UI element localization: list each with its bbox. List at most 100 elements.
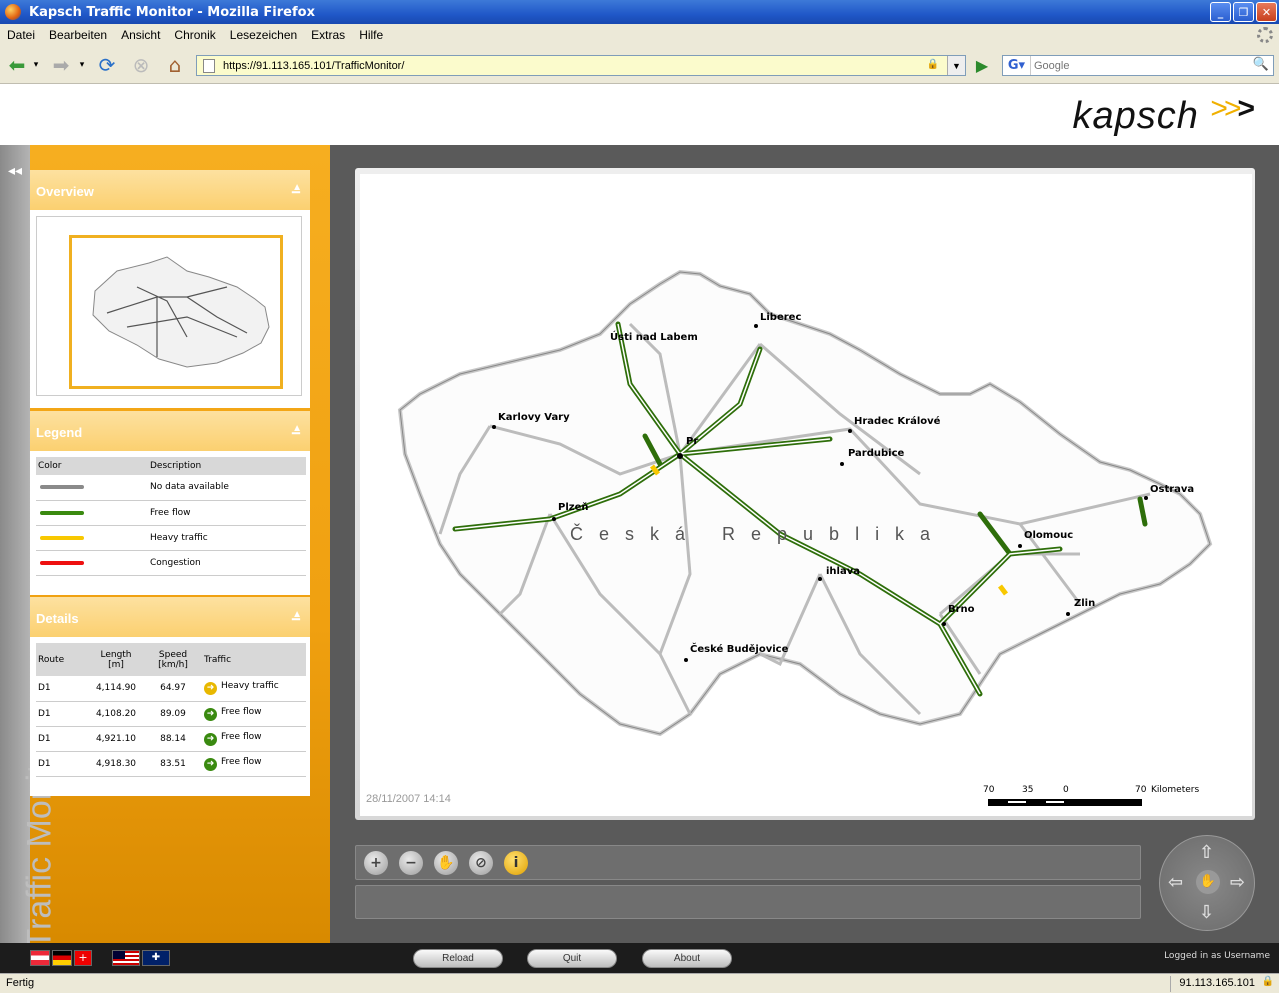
city-label: Hradec Králové: [854, 416, 941, 427]
details-col-length-label: Length: [100, 649, 132, 660]
legend-row: Heavy traffic: [36, 525, 306, 551]
free-flow-icon: ➜: [204, 732, 217, 746]
traffic-cell: Free flow: [221, 706, 262, 717]
menu-chronik[interactable]: Chronik: [174, 28, 215, 42]
menu-extras[interactable]: Extras: [311, 28, 345, 42]
flag-austria-icon[interactable]: [30, 950, 50, 966]
length-cell: 4,114.90: [84, 676, 148, 702]
menu-hilfe[interactable]: Hilfe: [359, 28, 383, 42]
overview-map[interactable]: [36, 216, 302, 396]
traffic-map[interactable]: [360, 174, 1252, 816]
map-toolbar: + − ✋ ⊘ i: [355, 845, 1141, 880]
scale-tick-label: 70: [983, 785, 995, 795]
lock-icon: 🔒: [926, 59, 939, 70]
details-body: Route Length [m] Speed [km/h] Traffic D1 4…: [30, 637, 310, 796]
country-border: [397, 269, 1213, 737]
table-row[interactable]: D1 4,108.20 89.09 ➜ Free flow: [36, 701, 306, 727]
logged-in-status: Logged in as Username: [1164, 951, 1270, 961]
home-icon[interactable]: ⌂: [162, 53, 188, 77]
legend-row: Free flow: [36, 500, 306, 526]
secure-lock-icon[interactable]: 🔒: [1262, 976, 1274, 987]
table-row[interactable]: D1 4,918.30 83.51 ➜ Free flow: [36, 751, 306, 777]
legend-col-color: Color: [36, 457, 148, 475]
url-text: https://91.113.165.101/TrafficMonitor/: [223, 59, 405, 72]
overview-viewport-frame[interactable]: [69, 235, 283, 389]
maximize-button[interactable]: ❐: [1233, 2, 1254, 22]
pan-up-icon[interactable]: ⇧: [1199, 842, 1214, 863]
table-row[interactable]: D1 4,921.10 88.14 ➜ Free flow: [36, 726, 306, 752]
pan-right-icon[interactable]: ⇨: [1230, 872, 1245, 893]
menu-ansicht[interactable]: Ansicht: [121, 28, 160, 42]
flag-germany-icon[interactable]: [52, 950, 72, 966]
go-icon[interactable]: ▶: [972, 55, 992, 76]
overview-body: [30, 210, 310, 408]
details-header[interactable]: Details ▲ ▔: [30, 597, 310, 637]
close-button[interactable]: ✕: [1256, 2, 1277, 22]
search-icon[interactable]: 🔍: [1253, 57, 1269, 72]
pan-left-icon[interactable]: ⇦: [1168, 872, 1183, 893]
city-label: Zlin: [1074, 598, 1096, 609]
search-input[interactable]: [1031, 59, 1241, 72]
flag-uk-icon[interactable]: ✚: [142, 950, 170, 966]
legend-col-description: Description: [148, 457, 306, 475]
scale-unit: Kilometers: [1151, 785, 1200, 795]
collapse-overview-icon[interactable]: ▲ ▔: [292, 182, 302, 204]
stop-icon[interactable]: ⊗: [128, 53, 154, 77]
about-button[interactable]: About: [642, 949, 732, 968]
url-field[interactable]: https://91.113.165.101/TrafficMonitor/ 🔒…: [196, 55, 966, 76]
flag-switzerland-icon[interactable]: +: [74, 950, 92, 966]
heavy-traffic-icon: ➜: [204, 682, 217, 696]
city-label: Pardubice: [848, 448, 905, 459]
table-row[interactable]: D1 4,114.90 64.97 ➜ Heavy traffic: [36, 676, 306, 702]
menu-lesezeichen[interactable]: Lesezeichen: [230, 28, 297, 42]
zoom-out-icon[interactable]: −: [399, 851, 423, 875]
city-marker: [848, 429, 852, 433]
legend-swatch: [40, 535, 84, 540]
info-icon[interactable]: i: [504, 851, 528, 875]
city-label: Plzeň: [558, 502, 589, 513]
city-marker: [754, 324, 758, 328]
pan-down-icon[interactable]: ⇩: [1199, 902, 1214, 923]
city-label: ihlava: [826, 566, 860, 577]
url-dropdown-icon[interactable]: ▼: [947, 56, 965, 75]
length-cell: 4,108.20: [84, 701, 148, 727]
details-col-speed-unit: [km/h]: [158, 659, 188, 670]
map-scale-bar: 70 35 0 70 Kilometers: [983, 785, 1223, 815]
scale-tick-label: 0: [1063, 785, 1069, 795]
back-history-icon[interactable]: ▾: [30, 53, 42, 77]
collapse-panel-icon[interactable]: ◂◂: [8, 163, 22, 179]
minimize-button[interactable]: _: [1210, 2, 1231, 22]
map-canvas[interactable]: Česká Republika Ústi nad Labem Liberec K…: [360, 174, 1252, 816]
reload-button[interactable]: Reload: [413, 949, 503, 968]
map-navigation-wheel[interactable]: ⇧ ⇩ ⇦ ⇨ ✋: [1159, 835, 1255, 931]
google-icon[interactable]: G▾: [1003, 56, 1031, 75]
search-box: G▾ 🔍: [1002, 55, 1274, 76]
speed-cell: 83.51: [148, 751, 198, 777]
length-cell: 4,921.10: [84, 726, 148, 752]
menu-datei[interactable]: Datei: [7, 28, 35, 42]
pan-hand-icon[interactable]: ✋: [1196, 870, 1220, 894]
forward-history-icon[interactable]: ▾: [76, 53, 88, 77]
zoom-extent-icon[interactable]: ⊘: [469, 851, 493, 875]
overview-header[interactable]: Overview ▲ ▔: [30, 170, 310, 210]
collapse-details-icon[interactable]: ▲ ▔: [292, 609, 302, 631]
legend-header[interactable]: Legend ▲ ▔: [30, 411, 310, 451]
forward-icon[interactable]: ➡: [48, 53, 74, 77]
details-col-speed-label: Speed: [158, 649, 188, 660]
route-cell: D1: [36, 751, 84, 777]
legend-label: No data available: [148, 475, 306, 501]
menu-bearbeiten[interactable]: Bearbeiten: [49, 28, 107, 42]
route-cell: D1: [36, 701, 84, 727]
pan-icon[interactable]: ✋: [434, 851, 458, 875]
scale-tick-label: 35: [1022, 785, 1034, 795]
length-cell: 4,918.30: [84, 751, 148, 777]
legend-title: Legend: [36, 425, 83, 440]
flag-usa-icon[interactable]: [112, 950, 140, 966]
back-icon[interactable]: ⬅: [4, 53, 30, 77]
quit-button[interactable]: Quit: [527, 949, 617, 968]
zoom-in-icon[interactable]: +: [364, 851, 388, 875]
scale-tick-label: 70: [1135, 785, 1147, 795]
map-timestamp: 28/11/2007 14:14: [366, 793, 451, 805]
reload-icon[interactable]: ⟳: [94, 53, 120, 77]
collapse-legend-icon[interactable]: ▲ ▔: [292, 423, 302, 445]
